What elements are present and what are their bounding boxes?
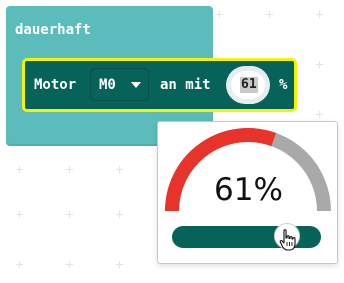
gauge-value-text: 61% [214,172,283,208]
an-mit-label: an mit [160,77,211,93]
motor-run-block[interactable]: Motor M0 an mit 61 % [22,58,297,112]
percent-label: % [279,77,288,93]
speed-slider-popup: 61% [157,121,338,264]
speed-input[interactable]: 61 [231,71,265,99]
motor-dropdown[interactable]: M0 [90,68,149,101]
forever-block-label: dauerhaft [15,22,91,38]
hand-pointer-icon [279,229,296,251]
motor-label: Motor [34,77,77,93]
chevron-down-icon [131,82,141,88]
motor-dropdown-value: M0 [99,77,116,93]
speed-input-value: 61 [240,77,258,93]
